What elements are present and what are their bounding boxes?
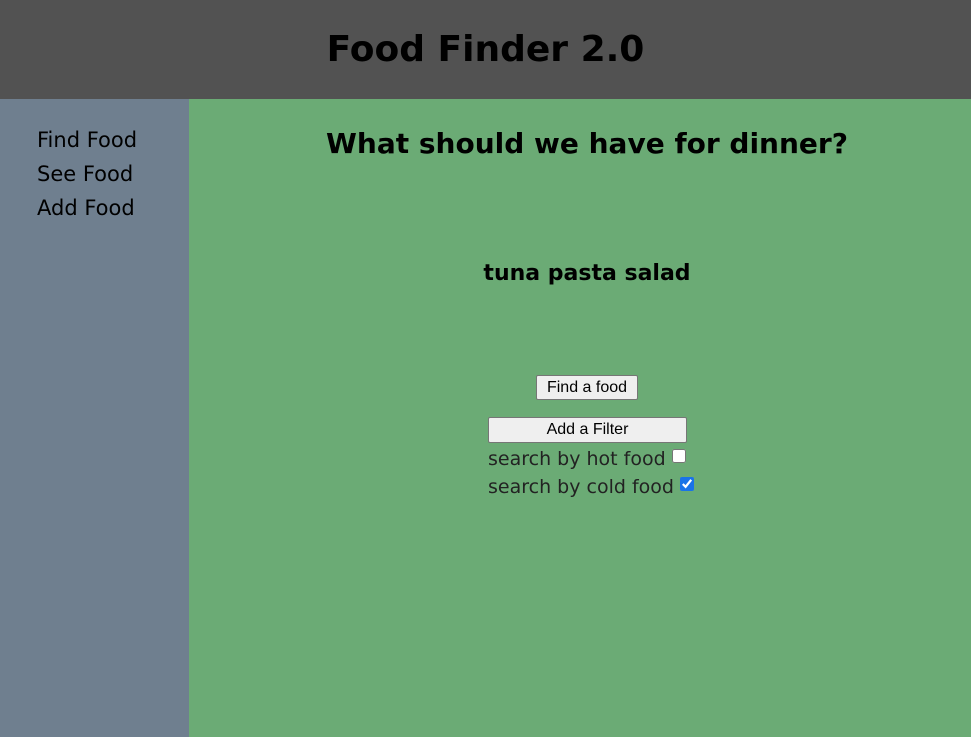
- main-content: What should we have for dinner? tuna pas…: [189, 99, 971, 737]
- app-title: Food Finder 2.0: [326, 29, 645, 70]
- filter-cold-food-label: search by cold food: [488, 476, 674, 498]
- filter-hot-food-label: search by hot food: [488, 448, 666, 470]
- filter-hot-food: search by hot food: [488, 446, 686, 472]
- sidebar-item-see-food[interactable]: See Food: [37, 157, 189, 191]
- sidebar-item-add-food[interactable]: Add Food: [37, 191, 189, 225]
- app-header: Food Finder 2.0: [0, 0, 971, 99]
- hot-food-checkbox[interactable]: [671, 449, 686, 463]
- add-filter-button[interactable]: Add a Filter: [488, 417, 687, 443]
- page-title: What should we have for dinner?: [326, 127, 848, 160]
- sidebar-item-find-food[interactable]: Find Food: [37, 123, 189, 157]
- cold-food-checkbox[interactable]: [679, 477, 694, 491]
- find-food-button[interactable]: Find a food: [536, 375, 638, 400]
- filter-cold-food: search by cold food: [488, 474, 694, 500]
- sidebar: Find Food See Food Add Food: [0, 99, 189, 737]
- food-result: tuna pasta salad: [483, 261, 691, 286]
